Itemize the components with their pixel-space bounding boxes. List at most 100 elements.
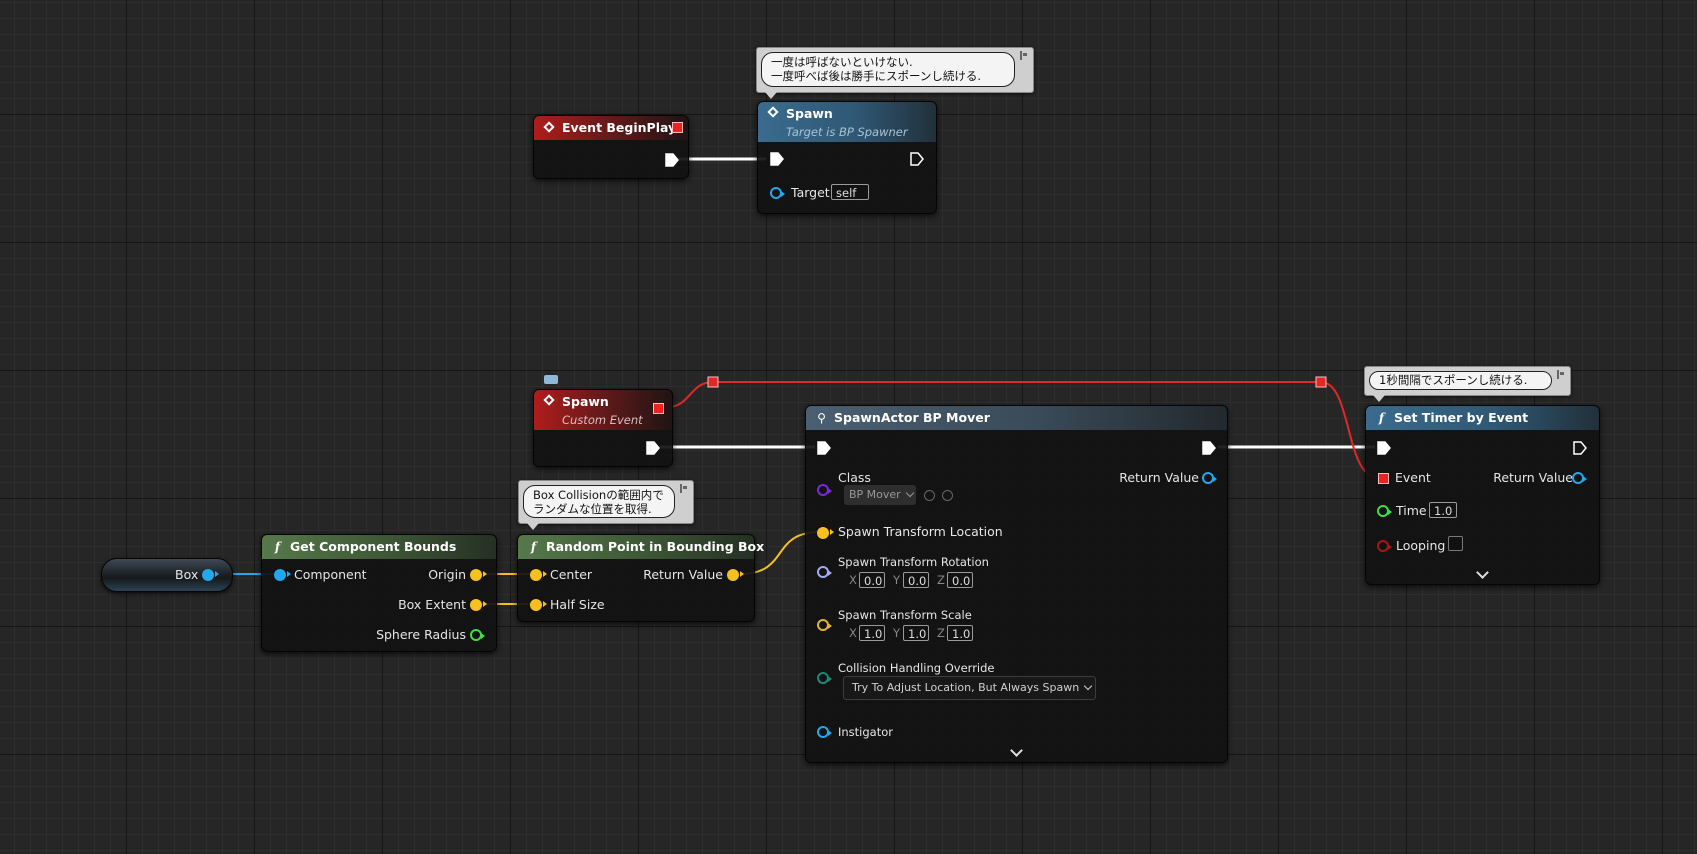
exec-output-pin[interactable]: [910, 152, 924, 166]
spawn-location-label: Spawn Transform Location: [838, 524, 1003, 539]
sphere-radius-output-pin[interactable]: [470, 629, 485, 641]
random-point-in-bounding-box-node[interactable]: f Random Point in Bounding Box Center Re…: [517, 534, 764, 622]
comment-bubble-icon[interactable]: [544, 369, 558, 384]
node-subtitle: Custom Event: [562, 413, 643, 427]
rotation-y-field[interactable]: 0.0: [903, 572, 929, 588]
node-title: Spawn: [786, 106, 833, 121]
target-input-pin[interactable]: [770, 187, 785, 199]
spawn-custom-event-node[interactable]: Spawn Custom Event: [533, 389, 673, 467]
rotation-y-axis: Y: [893, 573, 901, 587]
comment-text: 1秒間隔でスポーンし続ける.: [1369, 371, 1552, 390]
comment-line: 一度呼べば後は勝手にスポーンし続ける.: [771, 69, 982, 83]
node-title: Random Point in Bounding Box: [546, 539, 765, 554]
collision-override-input-pin[interactable]: [817, 672, 832, 684]
rotation-x-axis: X: [849, 573, 857, 587]
node-title: SpawnActor BP Mover: [834, 410, 990, 425]
delegate-output-pin[interactable]: [672, 122, 683, 133]
box-extent-label: Box Extent: [398, 597, 466, 612]
class-input-pin[interactable]: [817, 484, 832, 496]
node-title: Get Component Bounds: [290, 539, 457, 554]
expand-chevron-icon[interactable]: [1476, 566, 1489, 579]
looping-label: Looping: [1396, 538, 1446, 553]
rotation-z-field[interactable]: 0.0: [947, 572, 973, 588]
class-label: Class: [838, 470, 871, 485]
exec-output-pin[interactable]: [1202, 441, 1216, 455]
rotation-x-field[interactable]: 0.0: [859, 572, 885, 588]
time-input-pin[interactable]: [1377, 505, 1392, 517]
looping-input-pin[interactable]: [1377, 540, 1392, 552]
exec-input-pin[interactable]: [770, 152, 784, 166]
function-icon: f: [274, 540, 281, 554]
class-value: BP Mover: [849, 488, 901, 501]
comment-line: 1秒間隔でスポーンし続ける.: [1379, 373, 1528, 387]
looping-checkbox[interactable]: [1448, 536, 1463, 551]
box-extent-output-pin[interactable]: [470, 599, 487, 611]
instigator-input-pin[interactable]: [817, 726, 832, 738]
origin-output-pin[interactable]: [470, 569, 487, 581]
node-header: f Random Point in Bounding Box: [518, 535, 764, 559]
scale-x-field[interactable]: 1.0: [859, 625, 885, 641]
pin-comment-icon[interactable]: [1020, 51, 1029, 60]
expand-chevron-icon[interactable]: [1010, 744, 1023, 757]
event-icon: [543, 394, 556, 408]
collision-override-dropdown[interactable]: Try To Adjust Location, But Always Spawn: [843, 676, 1096, 700]
comment-bubble-timer[interactable]: 1秒間隔でスポーンし続ける.: [1364, 366, 1571, 402]
node-header: ⚲ SpawnActor BP Mover: [806, 406, 1227, 430]
comment-text: 一度は呼ばないといけない. 一度呼べば後は勝手にスポーンし続ける.: [761, 52, 1015, 87]
origin-label: Origin: [428, 567, 466, 582]
chevron-down-icon: [905, 488, 914, 498]
reroute-knot-right[interactable]: [1315, 376, 1327, 388]
spawn-location-input-pin[interactable]: [817, 527, 834, 539]
use-selected-icon[interactable]: [924, 490, 935, 501]
reroute-knot-left[interactable]: [707, 376, 719, 388]
spawn-function-call-node[interactable]: Spawn Target is BP Spawner Target self: [757, 101, 937, 214]
component-input-pin[interactable]: [274, 569, 291, 581]
spawn-rotation-label: Spawn Transform Rotation: [838, 555, 989, 569]
return-value-output-pin[interactable]: [1572, 472, 1587, 484]
exec-input-pin[interactable]: [1377, 441, 1391, 455]
get-component-bounds-node[interactable]: f Get Component Bounds Component Origin …: [261, 534, 497, 652]
comment-tail: [527, 523, 539, 530]
target-label: Target: [791, 185, 830, 200]
pin-comment-icon[interactable]: [1557, 370, 1566, 379]
event-delegate-input-pin[interactable]: [1378, 473, 1389, 484]
class-dropdown[interactable]: BP Mover: [844, 485, 916, 505]
event-beginplay-node[interactable]: Event BeginPlay: [533, 115, 689, 179]
node-title: Event BeginPlay: [562, 120, 677, 135]
function-icon: f: [1378, 411, 1385, 425]
rotation-z-axis: Z: [937, 573, 945, 587]
set-timer-by-event-node[interactable]: f Set Timer by Event Event Return Value …: [1365, 405, 1600, 585]
return-value-output-pin[interactable]: [1202, 472, 1217, 484]
delegate-output-pin[interactable]: [653, 403, 664, 414]
sphere-radius-label: Sphere Radius: [376, 627, 466, 642]
half-size-input-pin[interactable]: [530, 599, 547, 611]
time-label: Time: [1396, 503, 1427, 518]
scale-x-axis: X: [849, 626, 857, 640]
spawn-actor-icon: ⚲: [817, 411, 826, 425]
comment-line: 一度は呼ばないといけない.: [771, 55, 913, 69]
spawn-scale-input-pin[interactable]: [817, 619, 832, 631]
box-variable-node[interactable]: Box: [101, 558, 233, 592]
target-value-field[interactable]: self: [831, 184, 869, 200]
event-icon: [767, 106, 780, 120]
center-input-pin[interactable]: [530, 569, 547, 581]
time-value-field[interactable]: 1.0: [1429, 502, 1457, 518]
exec-output-pin[interactable]: [1573, 441, 1587, 455]
function-icon: f: [530, 540, 537, 554]
spawn-actor-node[interactable]: ⚲ SpawnActor BP Mover Class BP Mover Ret…: [805, 405, 1228, 763]
collision-override-label: Collision Handling Override: [838, 661, 995, 675]
pin-comment-icon[interactable]: [680, 484, 689, 493]
exec-output-pin[interactable]: [646, 441, 660, 455]
exec-output-pin[interactable]: [665, 153, 679, 167]
box-output-pin[interactable]: [202, 569, 219, 581]
exec-input-pin[interactable]: [817, 441, 831, 455]
browse-search-icon[interactable]: [942, 490, 953, 501]
scale-y-field[interactable]: 1.0: [903, 625, 929, 641]
return-value-output-pin[interactable]: [727, 569, 744, 581]
collision-value: Try To Adjust Location, But Always Spawn: [852, 681, 1080, 694]
comment-bubble-random-point[interactable]: Box Collisionの範囲内で ランダムな位置を取得.: [518, 480, 694, 530]
comment-bubble-spawn[interactable]: 一度は呼ばないといけない. 一度呼べば後は勝手にスポーンし続ける.: [756, 47, 1034, 99]
spawn-rotation-input-pin[interactable]: [817, 566, 832, 578]
scale-z-field[interactable]: 1.0: [947, 625, 973, 641]
comment-tail: [1373, 395, 1385, 402]
